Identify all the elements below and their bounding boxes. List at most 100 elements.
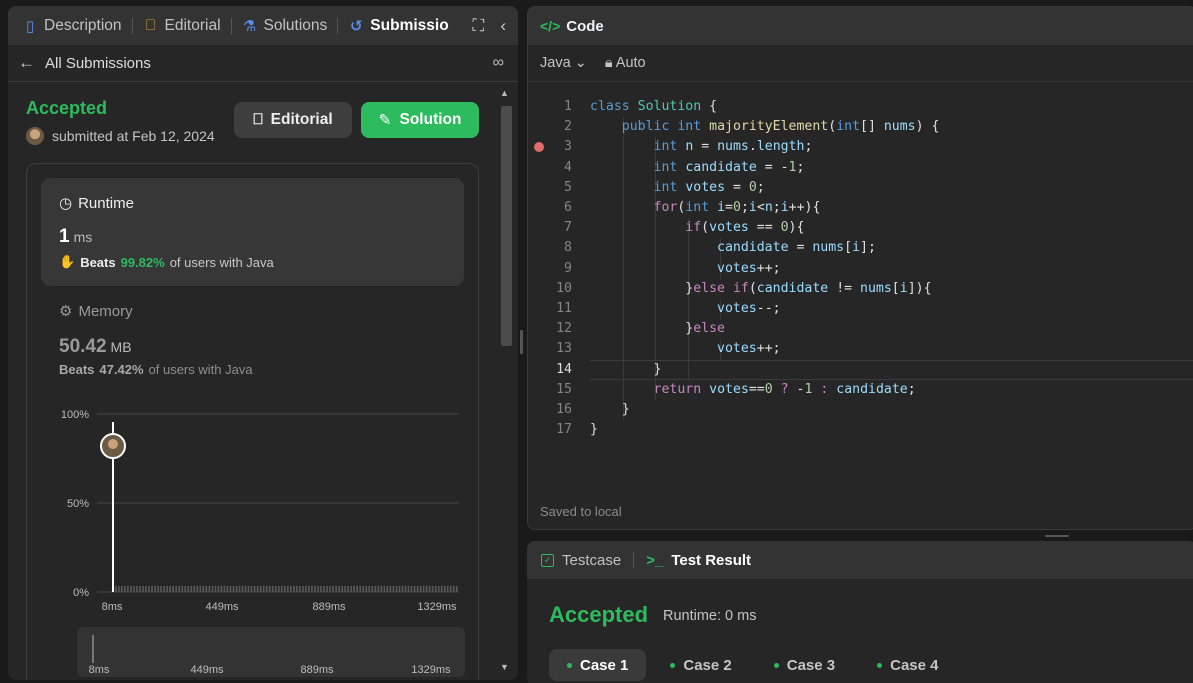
- distribution-bar: [356, 586, 359, 592]
- tab-editorial[interactable]: ⎕ Editorial: [143, 6, 221, 45]
- case-4-button[interactable]: Case 4: [859, 649, 956, 681]
- code-line[interactable]: 6 for(int i=0;i<n;i++){: [528, 198, 1193, 218]
- mini-x-tick-label: 8ms: [89, 664, 110, 676]
- case-1-button[interactable]: Case 1: [549, 649, 647, 681]
- distribution-bar: [118, 586, 120, 592]
- tab-description[interactable]: ▯ Description: [22, 6, 122, 45]
- code-line[interactable]: 14 }: [528, 360, 1193, 380]
- all-submissions-link[interactable]: All Submissions: [45, 55, 151, 72]
- mini-x-tick-label: 449ms: [190, 664, 224, 676]
- code-icon: </>: [540, 18, 561, 34]
- code-line[interactable]: 1 class Solution {: [528, 97, 1193, 117]
- distribution-bar: [287, 586, 289, 592]
- tab-submissions[interactable]: ↺ Submissio: [348, 6, 449, 45]
- language-bar: Java ⌄ 🔒︎ Auto: [528, 45, 1193, 82]
- scrollbar[interactable]: ▲ ▼: [498, 84, 514, 676]
- line-number: 11: [556, 301, 572, 316]
- auto-mode[interactable]: 🔒︎ Auto: [605, 55, 646, 71]
- line-number: 3: [564, 139, 572, 155]
- distribution-bar: [190, 586, 193, 592]
- distribution-bar: [133, 586, 135, 592]
- distribution-bar: [169, 586, 171, 592]
- distribution-bar: [305, 586, 307, 592]
- back-arrow-icon[interactable]: ←: [18, 53, 35, 73]
- distribution-bar: [398, 586, 401, 592]
- avatar-face: [108, 439, 118, 450]
- link-icon[interactable]: ∞: [493, 54, 504, 72]
- lock-icon: 🔒︎: [604, 55, 613, 71]
- pass-dot-icon: [773, 662, 779, 668]
- distribution-bar: [431, 586, 434, 592]
- distribution-bar: [440, 586, 443, 592]
- save-status: Saved to local: [540, 504, 622, 519]
- case-2-button[interactable]: Case 2: [652, 649, 749, 681]
- code-line[interactable]: 17}: [528, 420, 1193, 440]
- scroll-thumb[interactable]: [501, 106, 512, 346]
- document-icon: ▯: [25, 17, 35, 35]
- code-line[interactable]: 9 votes++;: [528, 259, 1193, 279]
- scroll-up-icon[interactable]: ▲: [500, 88, 509, 98]
- distribution-bar: [368, 586, 371, 592]
- line-number: 15: [556, 381, 572, 397]
- code-line[interactable]: 10 }else if(candidate != nums[i]){: [528, 279, 1193, 299]
- y-tick-label: 0%: [73, 587, 89, 599]
- tab-solutions[interactable]: ⚗ Solutions: [242, 6, 328, 45]
- case-3-button[interactable]: Case 3: [756, 649, 853, 681]
- runtime-unit: ms: [73, 229, 93, 245]
- editorial-button-label: Editorial: [270, 111, 333, 128]
- runtime-distribution-chart[interactable]: 100% 50% 0% 8ms 449ms 889ms 1329ms: [37, 400, 477, 620]
- code-line[interactable]: 16 }: [528, 400, 1193, 420]
- case-label: Case 3: [786, 656, 836, 674]
- stats-box: ◷ Runtime 1 ms ✋ Beats 99.82% of users wi…: [26, 163, 479, 680]
- test-header: ✓ Testcase >_ Test Result: [527, 541, 1193, 579]
- code-text: votes++;: [717, 260, 781, 276]
- distribution-bar: [127, 586, 129, 592]
- memory-beats-percent: 47.42%: [99, 362, 144, 377]
- distribution-bar: [374, 586, 377, 592]
- code-line[interactable]: 7 if(votes == 0){: [528, 218, 1193, 238]
- maximize-icon[interactable]: ⛶: [472, 16, 484, 36]
- code-line[interactable]: 2 public int majorityElement(int[] nums)…: [528, 117, 1193, 137]
- code-text: if(votes == 0){: [685, 220, 805, 236]
- distribution-bar: [163, 586, 165, 592]
- x-tick-label: 889ms: [312, 601, 346, 613]
- tab-test-result[interactable]: Test Result: [671, 552, 751, 569]
- code-line[interactable]: 12 }else: [528, 319, 1193, 339]
- clock-icon: ◷: [59, 195, 73, 212]
- distribution-bar: [380, 586, 383, 592]
- x-tick-label: 449ms: [205, 601, 239, 613]
- horizontal-resize-handle[interactable]: [1045, 535, 1069, 537]
- distribution-bar: [332, 586, 334, 592]
- code-line[interactable]: 3 int n = nums.length;: [528, 137, 1193, 157]
- distribution-bar: [148, 586, 150, 592]
- distribution-bar: [455, 586, 458, 592]
- memory-card[interactable]: ⚙ Memory 50.42 MB Beats 47.42% of users w…: [59, 302, 253, 378]
- code-line[interactable]: 15 return votes==0 ? -1 : candidate;: [528, 380, 1193, 400]
- distribution-bar: [211, 586, 214, 592]
- submission-content: Accepted submitted at Feb 12, 2024 2 ⎕ E…: [8, 82, 496, 680]
- vertical-resize-handle[interactable]: [520, 330, 523, 354]
- code-header: </> Code: [528, 7, 1193, 45]
- code-line[interactable]: 13 votes++;: [528, 339, 1193, 359]
- code-line[interactable]: 8 candidate = nums[i];: [528, 238, 1193, 258]
- collapse-icon[interactable]: ‹: [500, 16, 506, 36]
- solution-button[interactable]: ✎ Solution: [361, 102, 479, 138]
- tab-testcase[interactable]: Testcase: [562, 552, 621, 569]
- line-number: 17: [556, 422, 572, 438]
- scroll-down-icon[interactable]: ▼: [500, 662, 509, 672]
- distribution-bar: [401, 586, 404, 592]
- editorial-button[interactable]: ⎕ Editorial: [234, 102, 352, 138]
- distribution-bar: [196, 586, 199, 592]
- code-line[interactable]: 4 int candidate = -1;: [528, 158, 1193, 178]
- code-editor[interactable]: 1 class Solution {2 public int majorityEl…: [528, 93, 1193, 437]
- runtime-range-slider[interactable]: 8ms 449ms 889ms 1329ms: [77, 627, 465, 677]
- language-select[interactable]: Java ⌄: [540, 55, 587, 71]
- distribution-bar: [250, 586, 253, 592]
- runtime-card[interactable]: ◷ Runtime 1 ms ✋ Beats 99.82% of users wi…: [41, 178, 464, 286]
- code-line[interactable]: 11 votes--;: [528, 299, 1193, 319]
- code-line[interactable]: 5 int votes = 0;: [528, 178, 1193, 198]
- line-number: 14: [556, 361, 572, 377]
- distribution-bar: [178, 586, 180, 592]
- mini-x-tick-label: 1329ms: [411, 664, 451, 676]
- memory-title: Memory: [78, 302, 133, 320]
